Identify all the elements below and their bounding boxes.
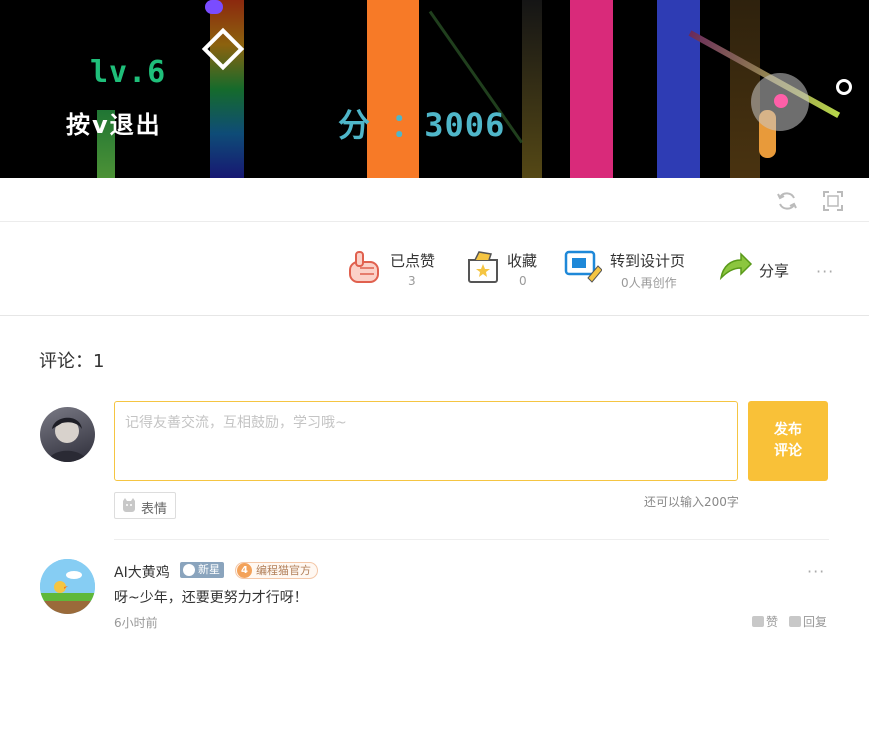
joystick-knob[interactable] [774,94,788,108]
star-icon [183,564,195,576]
share-label: 分享 [759,262,790,280]
thumbs-up-icon [349,251,379,283]
share-arrow-icon [719,252,753,281]
cat-face-icon [123,498,135,512]
comment-more-icon[interactable]: ··· [807,562,825,581]
comment-author-avatar[interactable] [40,559,95,614]
publish-label-line1: 发布 [774,422,802,438]
like-count: 3 [408,274,416,288]
work-actions: 已点赞 3 收藏 0 转到设计页 0人再创作 分享 [0,222,869,316]
comment-text: 呀~少年，还要更努力才行呀！ [114,590,308,606]
refresh-icon[interactable] [776,190,798,212]
emoji-label: 表情 [141,502,168,517]
divider [114,539,829,540]
publish-label-line2: 评论 [774,443,802,459]
orange-bar [367,0,419,178]
favorite-label: 收藏 [507,252,538,270]
like-button[interactable]: 已点赞 3 [346,248,441,292]
light-column [210,0,244,178]
rookie-badge-label: 新星 [198,563,220,576]
remix-count: 0人再创作 [621,276,677,290]
comment-time: 6小时前 [114,616,158,630]
more-options-icon[interactable]: ··· [816,262,834,281]
remix-label: 转到设计页 [610,252,686,270]
official-level: 4 [237,563,252,578]
rookie-badge: 新星 [180,562,224,578]
blue-bar [657,0,700,178]
game-canvas[interactable]: lv.6 按v退出 分 ：3006 [0,0,869,178]
favorite-box-icon [468,251,498,283]
publish-comment-button[interactable]: 发布 评论 [748,401,828,481]
current-user-avatar [40,407,95,462]
comment-reply-label: 回复 [803,615,828,629]
comment-count-title: 评论：1 [39,351,105,372]
favorite-button[interactable]: 收藏 0 [465,248,545,292]
magenta-bar [570,0,613,178]
target-ring-icon [836,79,852,95]
share-button[interactable]: 分享 [717,248,797,292]
like-label: 已点赞 [390,252,436,270]
thumbs-up-icon [752,616,764,627]
official-badge: 4 编程猫官方 [235,562,318,579]
comment-like-button[interactable]: 赞 [752,613,778,630]
speech-bubble-icon [789,616,801,627]
comment-like-label: 赞 [766,615,779,629]
emoji-button[interactable]: 表情 [114,492,176,519]
level-indicator: lv.6 [90,55,167,90]
comment-author-name[interactable]: AI大黄鸡 [114,562,170,582]
dim-bar [522,0,542,178]
exit-hint: 按v退出 [66,111,162,139]
official-badge-label: 编程猫官方 [256,564,311,577]
fullscreen-icon[interactable] [822,190,844,212]
design-page-icon [564,250,602,283]
remaining-chars: 还可以输入200字 [644,495,739,509]
player-toolbar [0,178,869,222]
purple-pill [205,0,223,14]
comment-reply-button[interactable]: 回复 [789,613,827,630]
score-display: 分 ：3006 [338,106,506,144]
remix-button[interactable]: 转到设计页 0人再创作 [564,248,694,292]
comment-input[interactable] [114,401,738,481]
favorite-count: 0 [519,274,527,288]
